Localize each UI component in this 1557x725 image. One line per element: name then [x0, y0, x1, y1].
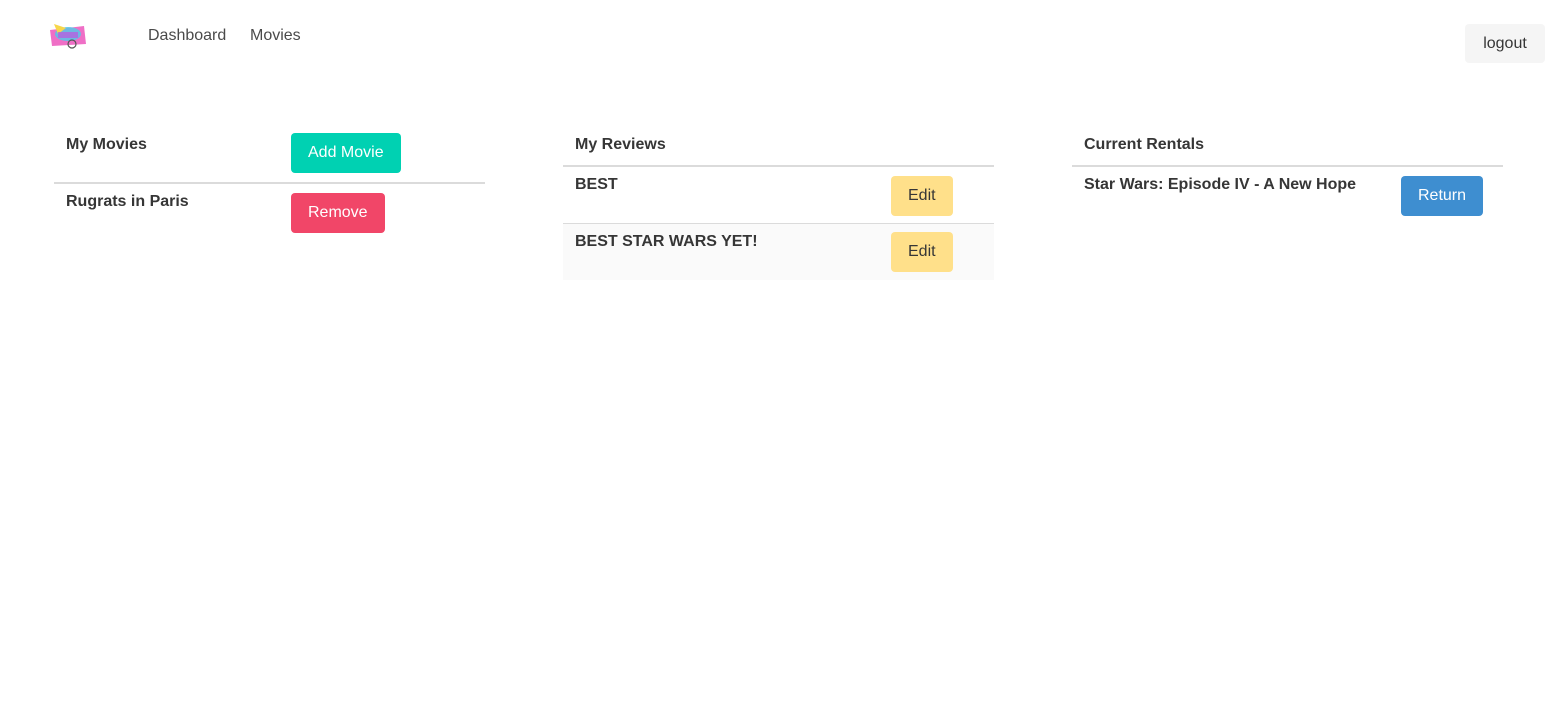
current-rentals-panel: Current Rentals Star Wars: Episode IV - … [1072, 126, 1503, 223]
remove-movie-button[interactable]: Remove [291, 193, 385, 233]
add-movie-cell: Add Movie [279, 126, 485, 184]
table-header-row: My Reviews [563, 126, 994, 167]
my-movies-panel: My Movies Add Movie Rugrats in Paris Rem… [54, 126, 485, 240]
table-row: BEST Edit [563, 166, 994, 224]
review-title: BEST STAR WARS YET! [563, 223, 879, 280]
table-row: Rugrats in Paris Remove [54, 183, 485, 240]
review-title: BEST [563, 166, 879, 224]
edit-review-button[interactable]: Edit [891, 176, 953, 216]
rental-action-cell: Return [1389, 166, 1503, 223]
table-header-row: Current Rentals [1072, 126, 1503, 167]
my-reviews-header: My Reviews [563, 126, 879, 167]
review-action-cell: Edit [879, 223, 994, 280]
logo[interactable] [48, 22, 88, 50]
table-row: Star Wars: Episode IV - A New Hope Retur… [1072, 166, 1503, 223]
add-movie-button[interactable]: Add Movie [291, 133, 401, 173]
my-reviews-header-spacer [879, 126, 994, 167]
logo-icon [50, 24, 86, 49]
movie-action-cell: Remove [279, 183, 485, 240]
movie-title: Rugrats in Paris [66, 193, 189, 210]
current-rentals-header-spacer [1389, 126, 1503, 167]
return-rental-button[interactable]: Return [1401, 176, 1484, 216]
table-header-row: My Movies Add Movie [54, 126, 485, 184]
table-row: BEST STAR WARS YET! Edit [563, 223, 994, 280]
my-reviews-panel: My Reviews BEST Edit BEST STAR WARS YET!… [563, 126, 994, 280]
rental-title: Star Wars: Episode IV - A New Hope [1084, 176, 1357, 193]
logout-button[interactable]: logout [1465, 24, 1545, 63]
my-movies-table: My Movies Add Movie Rugrats in Paris Rem… [54, 126, 485, 240]
current-rentals-header: Current Rentals [1072, 126, 1389, 167]
my-movies-header: My Movies [54, 126, 279, 184]
edit-review-button[interactable]: Edit [891, 231, 953, 272]
nav-movies-link[interactable]: Movies [250, 26, 301, 46]
my-reviews-table: My Reviews BEST Edit BEST STAR WARS YET!… [563, 126, 994, 280]
navbar: Dashboard Movies logout [0, 0, 1557, 80]
nav-dashboard-link[interactable]: Dashboard [148, 26, 226, 46]
current-rentals-table: Current Rentals Star Wars: Episode IV - … [1072, 126, 1503, 223]
review-action-cell: Edit [879, 166, 994, 224]
